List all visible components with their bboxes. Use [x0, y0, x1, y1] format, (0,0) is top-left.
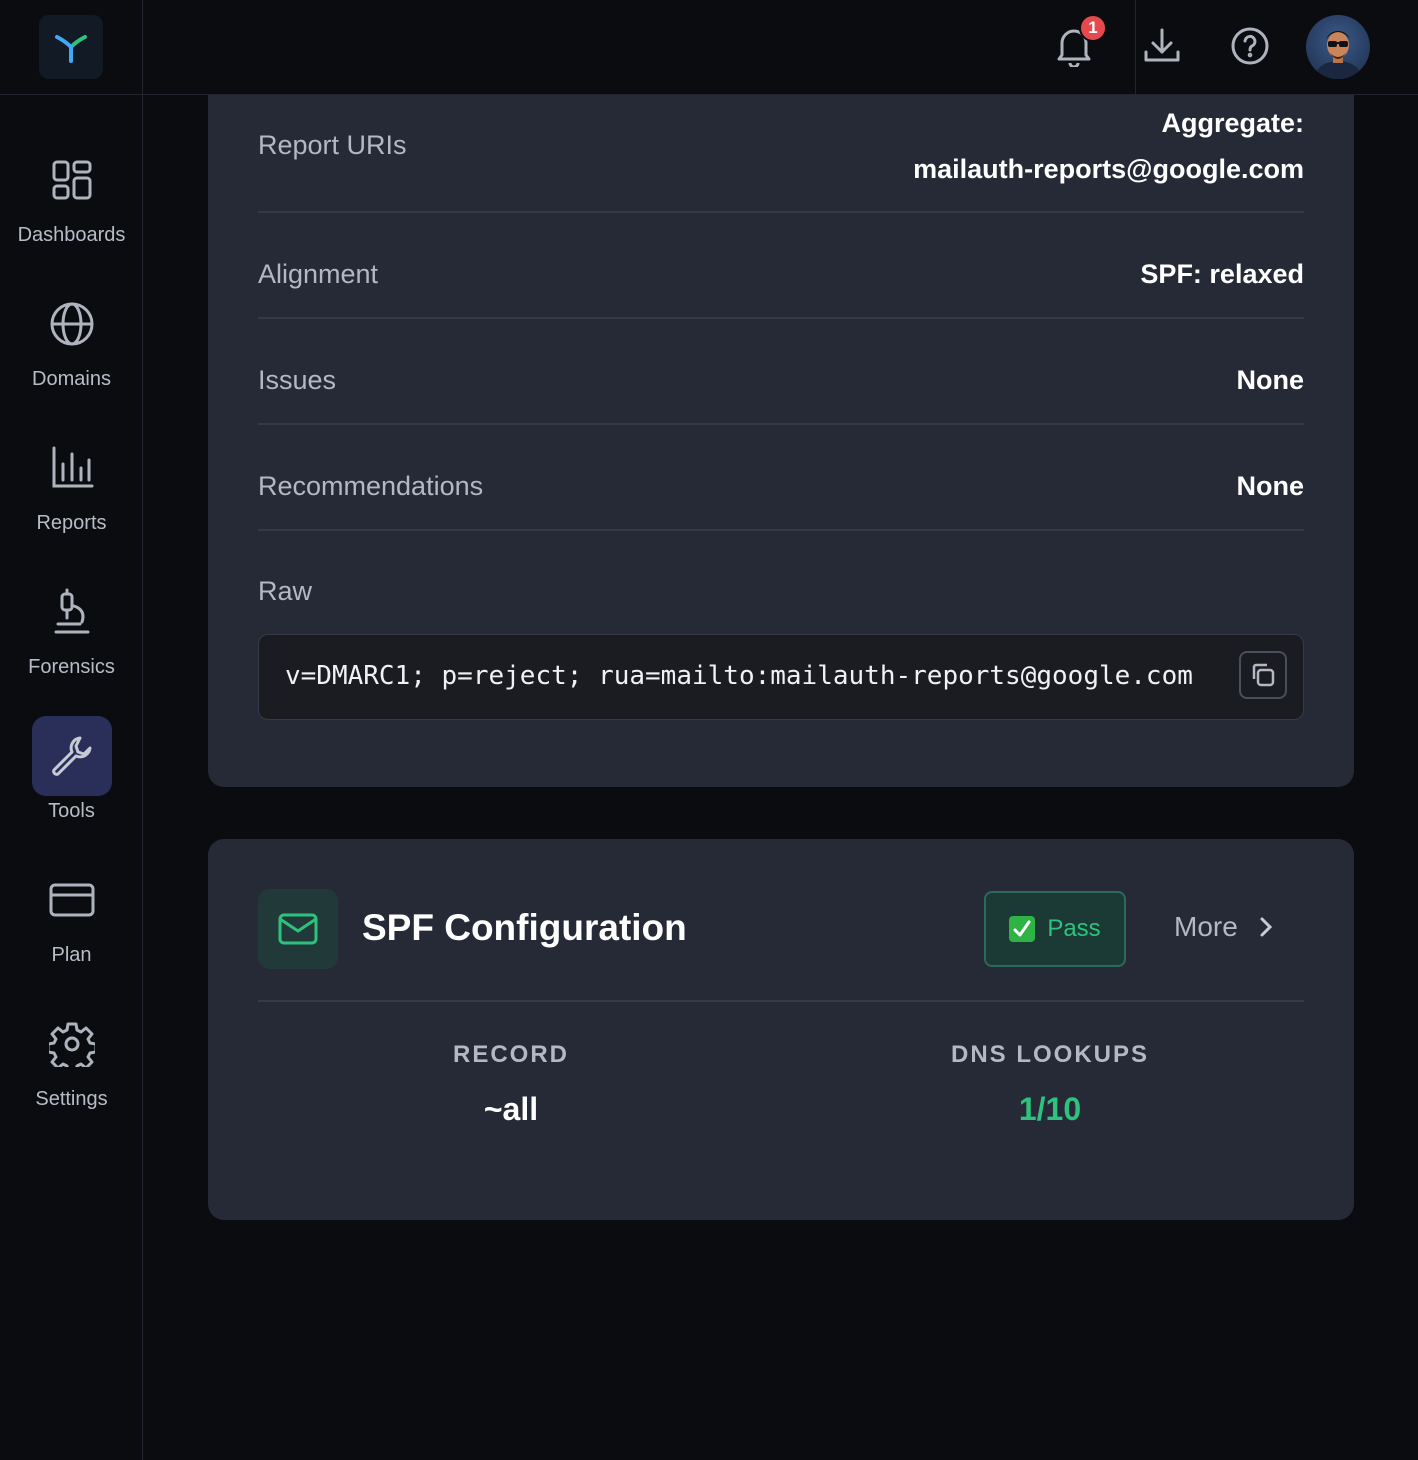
row-value: None [1236, 471, 1305, 501]
nav-forensics[interactable]: Forensics [0, 572, 143, 702]
raw-record-text: v=DMARC1; p=reject; rua=mailto:mailauth-… [285, 661, 1193, 691]
row-issues: Issues None [258, 319, 1304, 425]
credit-card-icon [32, 860, 112, 940]
row-label: Alignment [258, 259, 379, 289]
stat-value: ~all [483, 1091, 539, 1127]
more-link[interactable]: More [1174, 911, 1274, 943]
nav-dashboards[interactable]: Dashboards [0, 140, 143, 270]
nav-label: Domains [32, 368, 111, 390]
raw-label: Raw [258, 576, 313, 606]
row-value: mailauth-reports@google.com [913, 154, 1304, 184]
status-text: Pass [1047, 915, 1101, 942]
sidebar: Dashboards Domains Reports Forensics Too… [0, 0, 143, 1460]
dashboard-grid-icon [32, 140, 112, 220]
row-value: SPF: relaxed [1140, 259, 1304, 289]
divider [258, 1000, 1304, 1002]
app-logo[interactable] [39, 15, 103, 79]
spf-configuration-card: SPF Configuration Pass More RECORD ~all … [208, 839, 1354, 1220]
nav-label: Settings [35, 1088, 108, 1110]
row-alignment: Alignment SPF: relaxed [258, 213, 1304, 319]
stat-record: RECORD ~all [361, 1041, 661, 1128]
raw-record-box[interactable]: v=DMARC1; p=reject; rua=mailto:mailauth-… [258, 634, 1304, 720]
spf-title: SPF Configuration [362, 907, 687, 948]
row-label: Issues [258, 365, 337, 395]
nav-label: Tools [48, 800, 95, 822]
stat-label: RECORD [452, 1041, 569, 1068]
nav-label: Forensics [28, 656, 115, 678]
row-recommendations: Recommendations None [258, 425, 1304, 531]
stat-label: DNS LOOKUPS [950, 1041, 1149, 1068]
logo-area [0, 0, 143, 95]
nav-label: Plan [51, 944, 92, 966]
avatar[interactable] [1306, 15, 1370, 79]
aggregate-heading: Aggregate: [1161, 108, 1304, 138]
chevron-right-icon [1260, 917, 1272, 937]
bar-chart-icon [32, 428, 112, 508]
stat-dns-lookups: DNS LOOKUPS 1/10 [900, 1041, 1200, 1128]
nav-reports[interactable]: Reports [0, 428, 143, 558]
more-label: More [1174, 911, 1238, 942]
copy-button[interactable] [1239, 651, 1287, 699]
mail-icon [258, 889, 338, 969]
row-label: Recommendations [258, 471, 484, 501]
check-icon [1009, 916, 1036, 942]
globe-icon [32, 284, 112, 364]
nav-domains[interactable]: Domains [0, 284, 143, 414]
nav-settings[interactable]: Settings [0, 1004, 143, 1134]
nav-label: Dashboards [17, 224, 126, 246]
top-bar [143, 0, 1418, 95]
notification-badge: 1 [1079, 14, 1107, 42]
stat-value: 1/10 [1018, 1091, 1082, 1127]
status-badge: Pass [984, 891, 1126, 967]
microscope-icon [32, 572, 112, 652]
help-icon[interactable] [1228, 24, 1272, 68]
nav-plan[interactable]: Plan [0, 860, 143, 990]
copy-icon [1252, 663, 1275, 687]
nav-label: Reports [36, 512, 107, 534]
download-icon[interactable] [1140, 24, 1184, 68]
nav-tools[interactable]: Tools [0, 716, 143, 846]
dmarc-details-card: Report URIs Aggregate: mailauth-reports@… [208, 60, 1354, 787]
row-label: Report URIs [258, 130, 407, 160]
row-value: None [1236, 365, 1305, 395]
wrench-icon [31, 716, 112, 796]
divider [1135, 0, 1136, 95]
gear-icon [32, 1004, 112, 1084]
